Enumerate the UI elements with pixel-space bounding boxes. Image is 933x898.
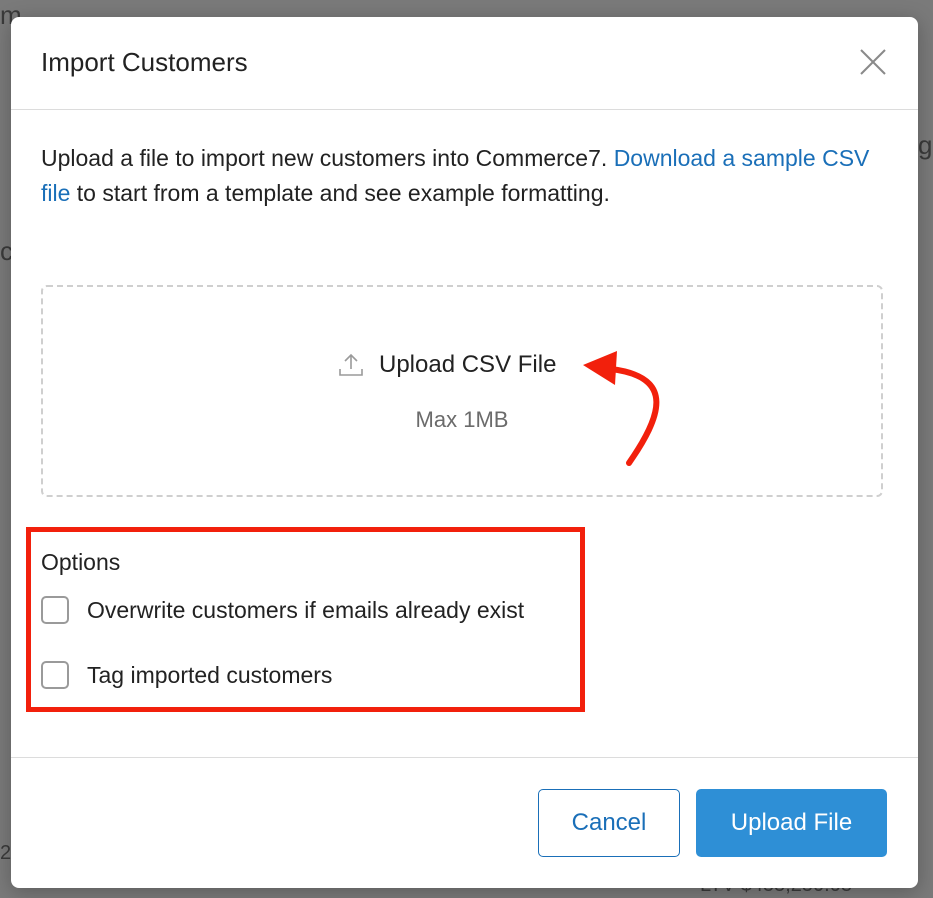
- upload-label: Upload CSV File: [379, 351, 557, 378]
- background-fragment: g: [918, 130, 933, 160]
- option-overwrite-row[interactable]: Overwrite customers if emails already ex…: [41, 596, 524, 624]
- intro-text-part: Upload a file to import new customers in…: [41, 145, 608, 171]
- modal-title: Import Customers: [41, 47, 248, 77]
- options-heading: Options: [41, 549, 121, 575]
- footer-divider: [11, 757, 918, 758]
- file-dropzone[interactable]: Upload CSV File Max 1MB: [41, 285, 883, 497]
- tag-label: Tag imported customers: [87, 661, 333, 688]
- option-tag-row[interactable]: Tag imported customers: [41, 661, 332, 689]
- intro-text-part: to start from a template and see example…: [76, 180, 610, 206]
- tag-checkbox[interactable]: [41, 661, 69, 689]
- overwrite-label: Overwrite customers if emails already ex…: [87, 596, 525, 623]
- close-icon[interactable]: [858, 47, 888, 77]
- annotation-arrow-icon: [583, 351, 660, 466]
- import-customers-modal: Import Customers Upload a file to import…: [11, 17, 918, 888]
- overwrite-checkbox[interactable]: [41, 596, 69, 624]
- upload-csv-button[interactable]: Upload CSV File: [337, 351, 556, 379]
- max-size-label: Max 1MB: [415, 407, 509, 432]
- upload-file-button[interactable]: Upload File: [696, 789, 887, 857]
- modal-header: Import Customers: [11, 17, 918, 110]
- cancel-button[interactable]: Cancel: [538, 789, 680, 857]
- upload-icon: [339, 353, 363, 376]
- intro-text: Upload a file to import new customers in…: [41, 141, 901, 211]
